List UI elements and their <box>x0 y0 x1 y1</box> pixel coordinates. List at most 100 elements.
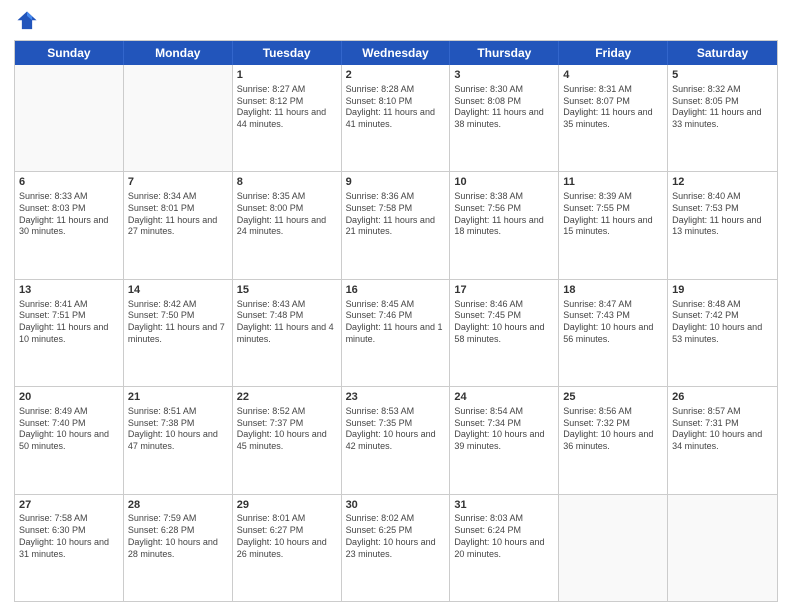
day-info: Sunrise: 7:59 AM Sunset: 6:28 PM Dayligh… <box>128 513 228 560</box>
day-cell-29: 29Sunrise: 8:01 AM Sunset: 6:27 PM Dayli… <box>233 495 342 601</box>
empty-cell <box>15 65 124 171</box>
day-cell-17: 17Sunrise: 8:46 AM Sunset: 7:45 PM Dayli… <box>450 280 559 386</box>
day-info: Sunrise: 8:45 AM Sunset: 7:46 PM Dayligh… <box>346 299 446 346</box>
day-cell-31: 31Sunrise: 8:03 AM Sunset: 6:24 PM Dayli… <box>450 495 559 601</box>
day-number: 25 <box>563 390 663 405</box>
day-info: Sunrise: 8:02 AM Sunset: 6:25 PM Dayligh… <box>346 513 446 560</box>
day-cell-27: 27Sunrise: 7:58 AM Sunset: 6:30 PM Dayli… <box>15 495 124 601</box>
day-info: Sunrise: 8:42 AM Sunset: 7:50 PM Dayligh… <box>128 299 228 346</box>
day-number: 7 <box>128 175 228 190</box>
day-info: Sunrise: 8:35 AM Sunset: 8:00 PM Dayligh… <box>237 191 337 238</box>
day-info: Sunrise: 8:34 AM Sunset: 8:01 PM Dayligh… <box>128 191 228 238</box>
day-cell-12: 12Sunrise: 8:40 AM Sunset: 7:53 PM Dayli… <box>668 172 777 278</box>
day-info: Sunrise: 8:36 AM Sunset: 7:58 PM Dayligh… <box>346 191 446 238</box>
day-cell-7: 7Sunrise: 8:34 AM Sunset: 8:01 PM Daylig… <box>124 172 233 278</box>
day-cell-20: 20Sunrise: 8:49 AM Sunset: 7:40 PM Dayli… <box>15 387 124 493</box>
day-info: Sunrise: 8:43 AM Sunset: 7:48 PM Dayligh… <box>237 299 337 346</box>
day-number: 30 <box>346 498 446 513</box>
day-number: 21 <box>128 390 228 405</box>
day-info: Sunrise: 8:40 AM Sunset: 7:53 PM Dayligh… <box>672 191 773 238</box>
day-cell-30: 30Sunrise: 8:02 AM Sunset: 6:25 PM Dayli… <box>342 495 451 601</box>
day-cell-22: 22Sunrise: 8:52 AM Sunset: 7:37 PM Dayli… <box>233 387 342 493</box>
day-cell-4: 4Sunrise: 8:31 AM Sunset: 8:07 PM Daylig… <box>559 65 668 171</box>
day-number: 11 <box>563 175 663 190</box>
day-number: 28 <box>128 498 228 513</box>
day-cell-24: 24Sunrise: 8:54 AM Sunset: 7:34 PM Dayli… <box>450 387 559 493</box>
header-monday: Monday <box>124 41 233 65</box>
day-cell-1: 1Sunrise: 8:27 AM Sunset: 8:12 PM Daylig… <box>233 65 342 171</box>
day-info: Sunrise: 8:39 AM Sunset: 7:55 PM Dayligh… <box>563 191 663 238</box>
day-cell-9: 9Sunrise: 8:36 AM Sunset: 7:58 PM Daylig… <box>342 172 451 278</box>
day-info: Sunrise: 8:57 AM Sunset: 7:31 PM Dayligh… <box>672 406 773 453</box>
day-number: 8 <box>237 175 337 190</box>
day-info: Sunrise: 8:46 AM Sunset: 7:45 PM Dayligh… <box>454 299 554 346</box>
day-number: 29 <box>237 498 337 513</box>
day-info: Sunrise: 8:56 AM Sunset: 7:32 PM Dayligh… <box>563 406 663 453</box>
day-info: Sunrise: 8:03 AM Sunset: 6:24 PM Dayligh… <box>454 513 554 560</box>
day-number: 13 <box>19 283 119 298</box>
day-number: 10 <box>454 175 554 190</box>
day-cell-2: 2Sunrise: 8:28 AM Sunset: 8:10 PM Daylig… <box>342 65 451 171</box>
calendar-row-1: 6Sunrise: 8:33 AM Sunset: 8:03 PM Daylig… <box>15 172 777 279</box>
empty-cell <box>124 65 233 171</box>
logo <box>14 10 40 32</box>
calendar-body: 1Sunrise: 8:27 AM Sunset: 8:12 PM Daylig… <box>15 65 777 601</box>
day-info: Sunrise: 8:54 AM Sunset: 7:34 PM Dayligh… <box>454 406 554 453</box>
day-number: 20 <box>19 390 119 405</box>
day-number: 24 <box>454 390 554 405</box>
day-cell-5: 5Sunrise: 8:32 AM Sunset: 8:05 PM Daylig… <box>668 65 777 171</box>
day-number: 2 <box>346 68 446 83</box>
day-info: Sunrise: 8:38 AM Sunset: 7:56 PM Dayligh… <box>454 191 554 238</box>
day-info: Sunrise: 8:47 AM Sunset: 7:43 PM Dayligh… <box>563 299 663 346</box>
header <box>14 10 778 32</box>
day-cell-6: 6Sunrise: 8:33 AM Sunset: 8:03 PM Daylig… <box>15 172 124 278</box>
day-cell-19: 19Sunrise: 8:48 AM Sunset: 7:42 PM Dayli… <box>668 280 777 386</box>
day-number: 14 <box>128 283 228 298</box>
header-sunday: Sunday <box>15 41 124 65</box>
page: SundayMondayTuesdayWednesdayThursdayFrid… <box>0 0 792 612</box>
day-number: 27 <box>19 498 119 513</box>
day-cell-13: 13Sunrise: 8:41 AM Sunset: 7:51 PM Dayli… <box>15 280 124 386</box>
day-number: 31 <box>454 498 554 513</box>
day-info: Sunrise: 8:52 AM Sunset: 7:37 PM Dayligh… <box>237 406 337 453</box>
day-number: 1 <box>237 68 337 83</box>
day-cell-3: 3Sunrise: 8:30 AM Sunset: 8:08 PM Daylig… <box>450 65 559 171</box>
header-saturday: Saturday <box>668 41 777 65</box>
header-tuesday: Tuesday <box>233 41 342 65</box>
day-info: Sunrise: 8:30 AM Sunset: 8:08 PM Dayligh… <box>454 84 554 131</box>
day-number: 5 <box>672 68 773 83</box>
day-info: Sunrise: 8:28 AM Sunset: 8:10 PM Dayligh… <box>346 84 446 131</box>
calendar-header: SundayMondayTuesdayWednesdayThursdayFrid… <box>15 41 777 65</box>
day-cell-18: 18Sunrise: 8:47 AM Sunset: 7:43 PM Dayli… <box>559 280 668 386</box>
day-cell-8: 8Sunrise: 8:35 AM Sunset: 8:00 PM Daylig… <box>233 172 342 278</box>
calendar-row-4: 27Sunrise: 7:58 AM Sunset: 6:30 PM Dayli… <box>15 495 777 601</box>
header-thursday: Thursday <box>450 41 559 65</box>
day-number: 22 <box>237 390 337 405</box>
day-info: Sunrise: 8:31 AM Sunset: 8:07 PM Dayligh… <box>563 84 663 131</box>
day-number: 3 <box>454 68 554 83</box>
day-cell-21: 21Sunrise: 8:51 AM Sunset: 7:38 PM Dayli… <box>124 387 233 493</box>
empty-cell <box>668 495 777 601</box>
day-number: 26 <box>672 390 773 405</box>
day-cell-11: 11Sunrise: 8:39 AM Sunset: 7:55 PM Dayli… <box>559 172 668 278</box>
calendar-row-2: 13Sunrise: 8:41 AM Sunset: 7:51 PM Dayli… <box>15 280 777 387</box>
calendar: SundayMondayTuesdayWednesdayThursdayFrid… <box>14 40 778 602</box>
day-cell-25: 25Sunrise: 8:56 AM Sunset: 7:32 PM Dayli… <box>559 387 668 493</box>
day-number: 19 <box>672 283 773 298</box>
day-number: 12 <box>672 175 773 190</box>
day-number: 6 <box>19 175 119 190</box>
day-info: Sunrise: 8:49 AM Sunset: 7:40 PM Dayligh… <box>19 406 119 453</box>
header-friday: Friday <box>559 41 668 65</box>
day-info: Sunrise: 8:53 AM Sunset: 7:35 PM Dayligh… <box>346 406 446 453</box>
day-info: Sunrise: 8:01 AM Sunset: 6:27 PM Dayligh… <box>237 513 337 560</box>
header-wednesday: Wednesday <box>342 41 451 65</box>
day-cell-10: 10Sunrise: 8:38 AM Sunset: 7:56 PM Dayli… <box>450 172 559 278</box>
empty-cell <box>559 495 668 601</box>
day-cell-26: 26Sunrise: 8:57 AM Sunset: 7:31 PM Dayli… <box>668 387 777 493</box>
day-info: Sunrise: 8:33 AM Sunset: 8:03 PM Dayligh… <box>19 191 119 238</box>
day-number: 4 <box>563 68 663 83</box>
day-cell-15: 15Sunrise: 8:43 AM Sunset: 7:48 PM Dayli… <box>233 280 342 386</box>
calendar-row-0: 1Sunrise: 8:27 AM Sunset: 8:12 PM Daylig… <box>15 65 777 172</box>
day-info: Sunrise: 8:32 AM Sunset: 8:05 PM Dayligh… <box>672 84 773 131</box>
logo-icon <box>16 10 38 32</box>
